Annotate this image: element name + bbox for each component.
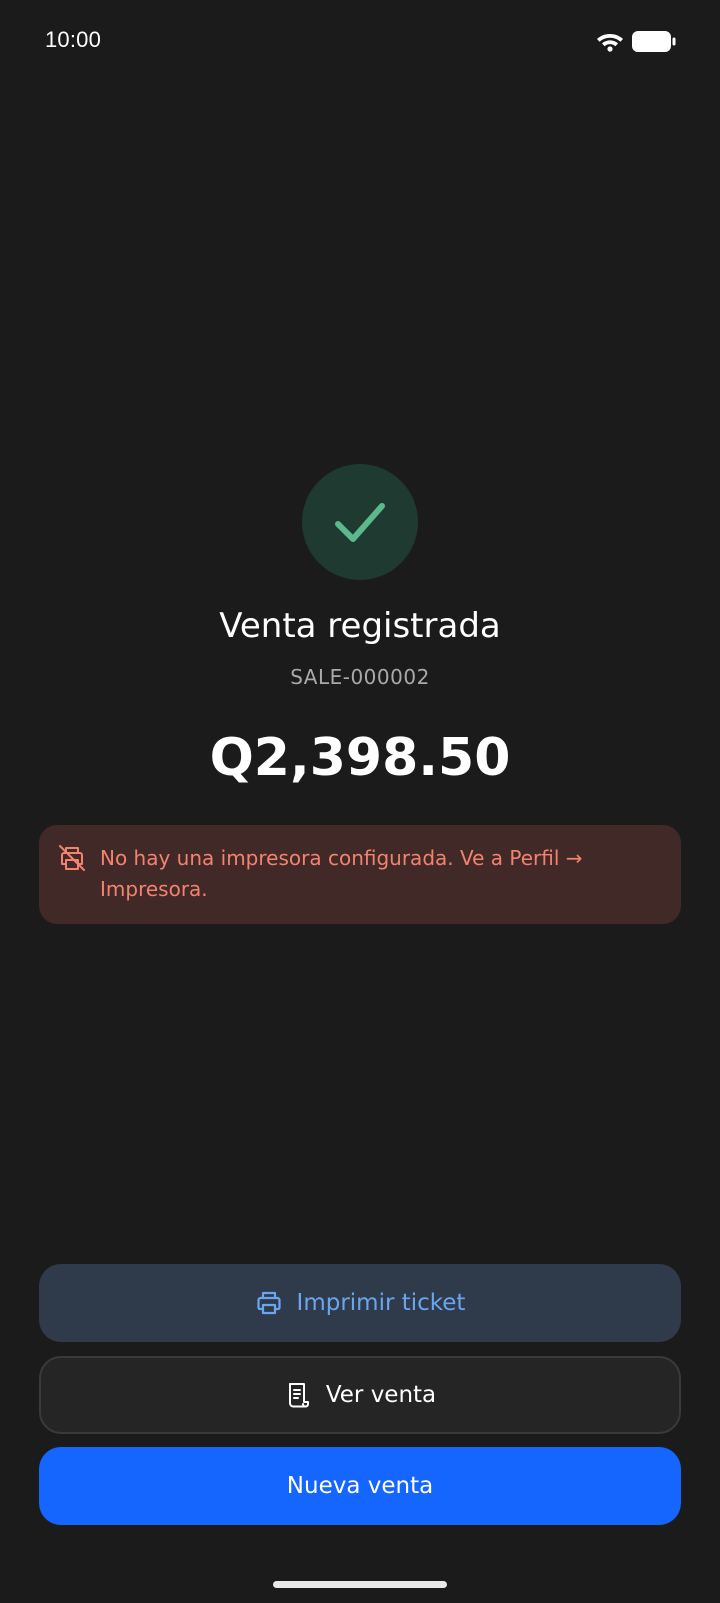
view-sale-button[interactable]: Ver venta [39,1356,681,1434]
page-title: Venta registrada [219,606,501,646]
printer-warning-text: No hay una impresora configurada. Ve a P… [100,846,583,901]
status-bar: 10:00 [0,0,720,84]
printer-warning-alert: No hay una impresora configurada. Ve a P… [39,825,681,924]
sale-id: SALE-000002 [290,665,430,689]
success-badge [302,464,418,580]
status-time: 10:00 [45,27,102,52]
printer-off-icon [59,845,85,871]
wifi-icon [597,34,623,52]
print-ticket-label: Imprimir ticket [296,1290,466,1316]
check-icon [335,503,385,542]
print-ticket-button[interactable]: Imprimir ticket [39,1264,681,1342]
view-sale-label: Ver venta [325,1382,437,1408]
new-sale-button[interactable]: Nueva venta [39,1447,681,1525]
receipt-icon [288,1383,309,1408]
new-sale-label: Nueva venta [286,1473,434,1499]
printer-icon [256,1291,281,1315]
home-indicator[interactable] [273,1581,447,1588]
sale-amount: Q2,398.50 [209,728,511,788]
battery-icon [632,31,676,52]
